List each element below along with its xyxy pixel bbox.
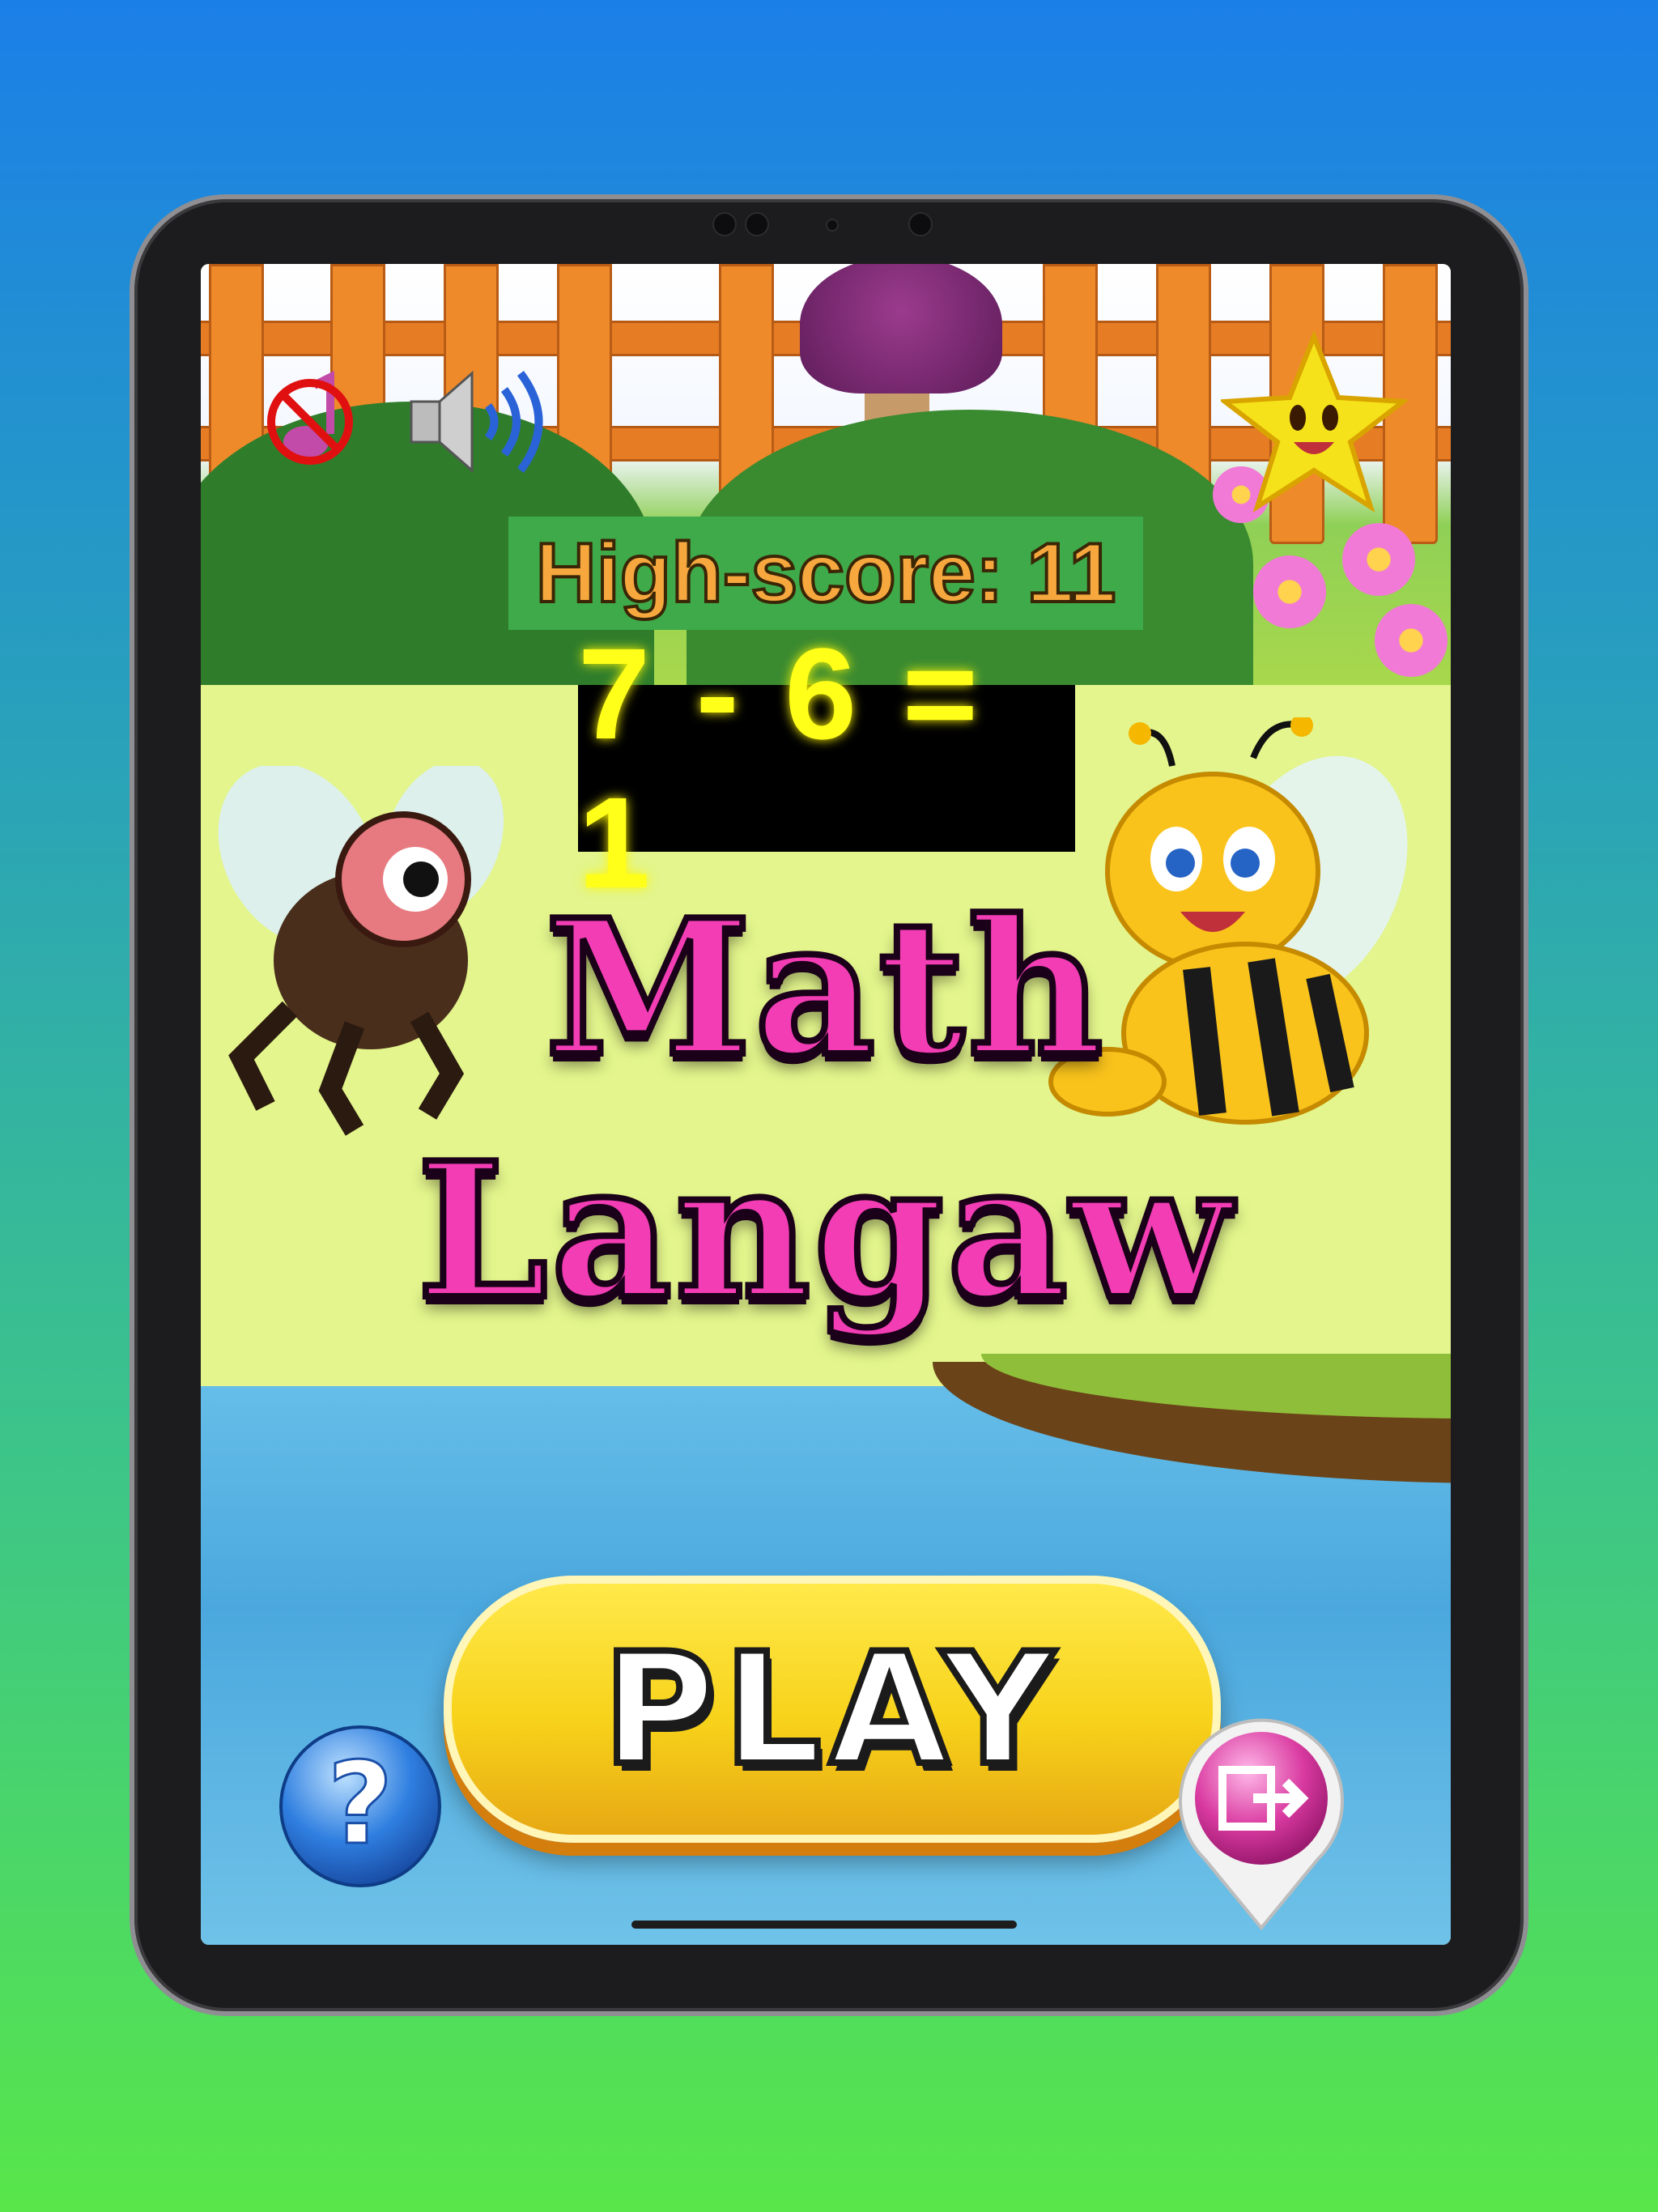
high-score-label: High-score: 11 bbox=[508, 517, 1143, 630]
star-icon bbox=[1221, 329, 1407, 515]
question-icon: ? bbox=[279, 1725, 441, 1887]
help-button[interactable]: ? bbox=[275, 1721, 445, 1891]
exit-icon bbox=[1179, 1718, 1344, 1931]
play-button[interactable]: PLAY bbox=[444, 1576, 1221, 1843]
play-button-label: PLAY bbox=[600, 1617, 1062, 1802]
title-line-2: Langaw bbox=[414, 1119, 1235, 1344]
flower bbox=[1253, 555, 1326, 628]
title-line-1: Math bbox=[542, 876, 1107, 1101]
speaker-on-icon[interactable] bbox=[403, 361, 557, 483]
game-screen: High-score: 11 7 - 6 = 1 Math Langaw PLA… bbox=[201, 264, 1451, 1945]
camera-bar bbox=[712, 212, 933, 236]
home-indicator bbox=[631, 1921, 1017, 1929]
svg-text:?: ? bbox=[327, 1738, 393, 1870]
equation-display: 7 - 6 = 1 bbox=[578, 621, 1075, 915]
music-muted-icon[interactable] bbox=[257, 369, 363, 474]
exit-button[interactable] bbox=[1172, 1713, 1350, 1932]
